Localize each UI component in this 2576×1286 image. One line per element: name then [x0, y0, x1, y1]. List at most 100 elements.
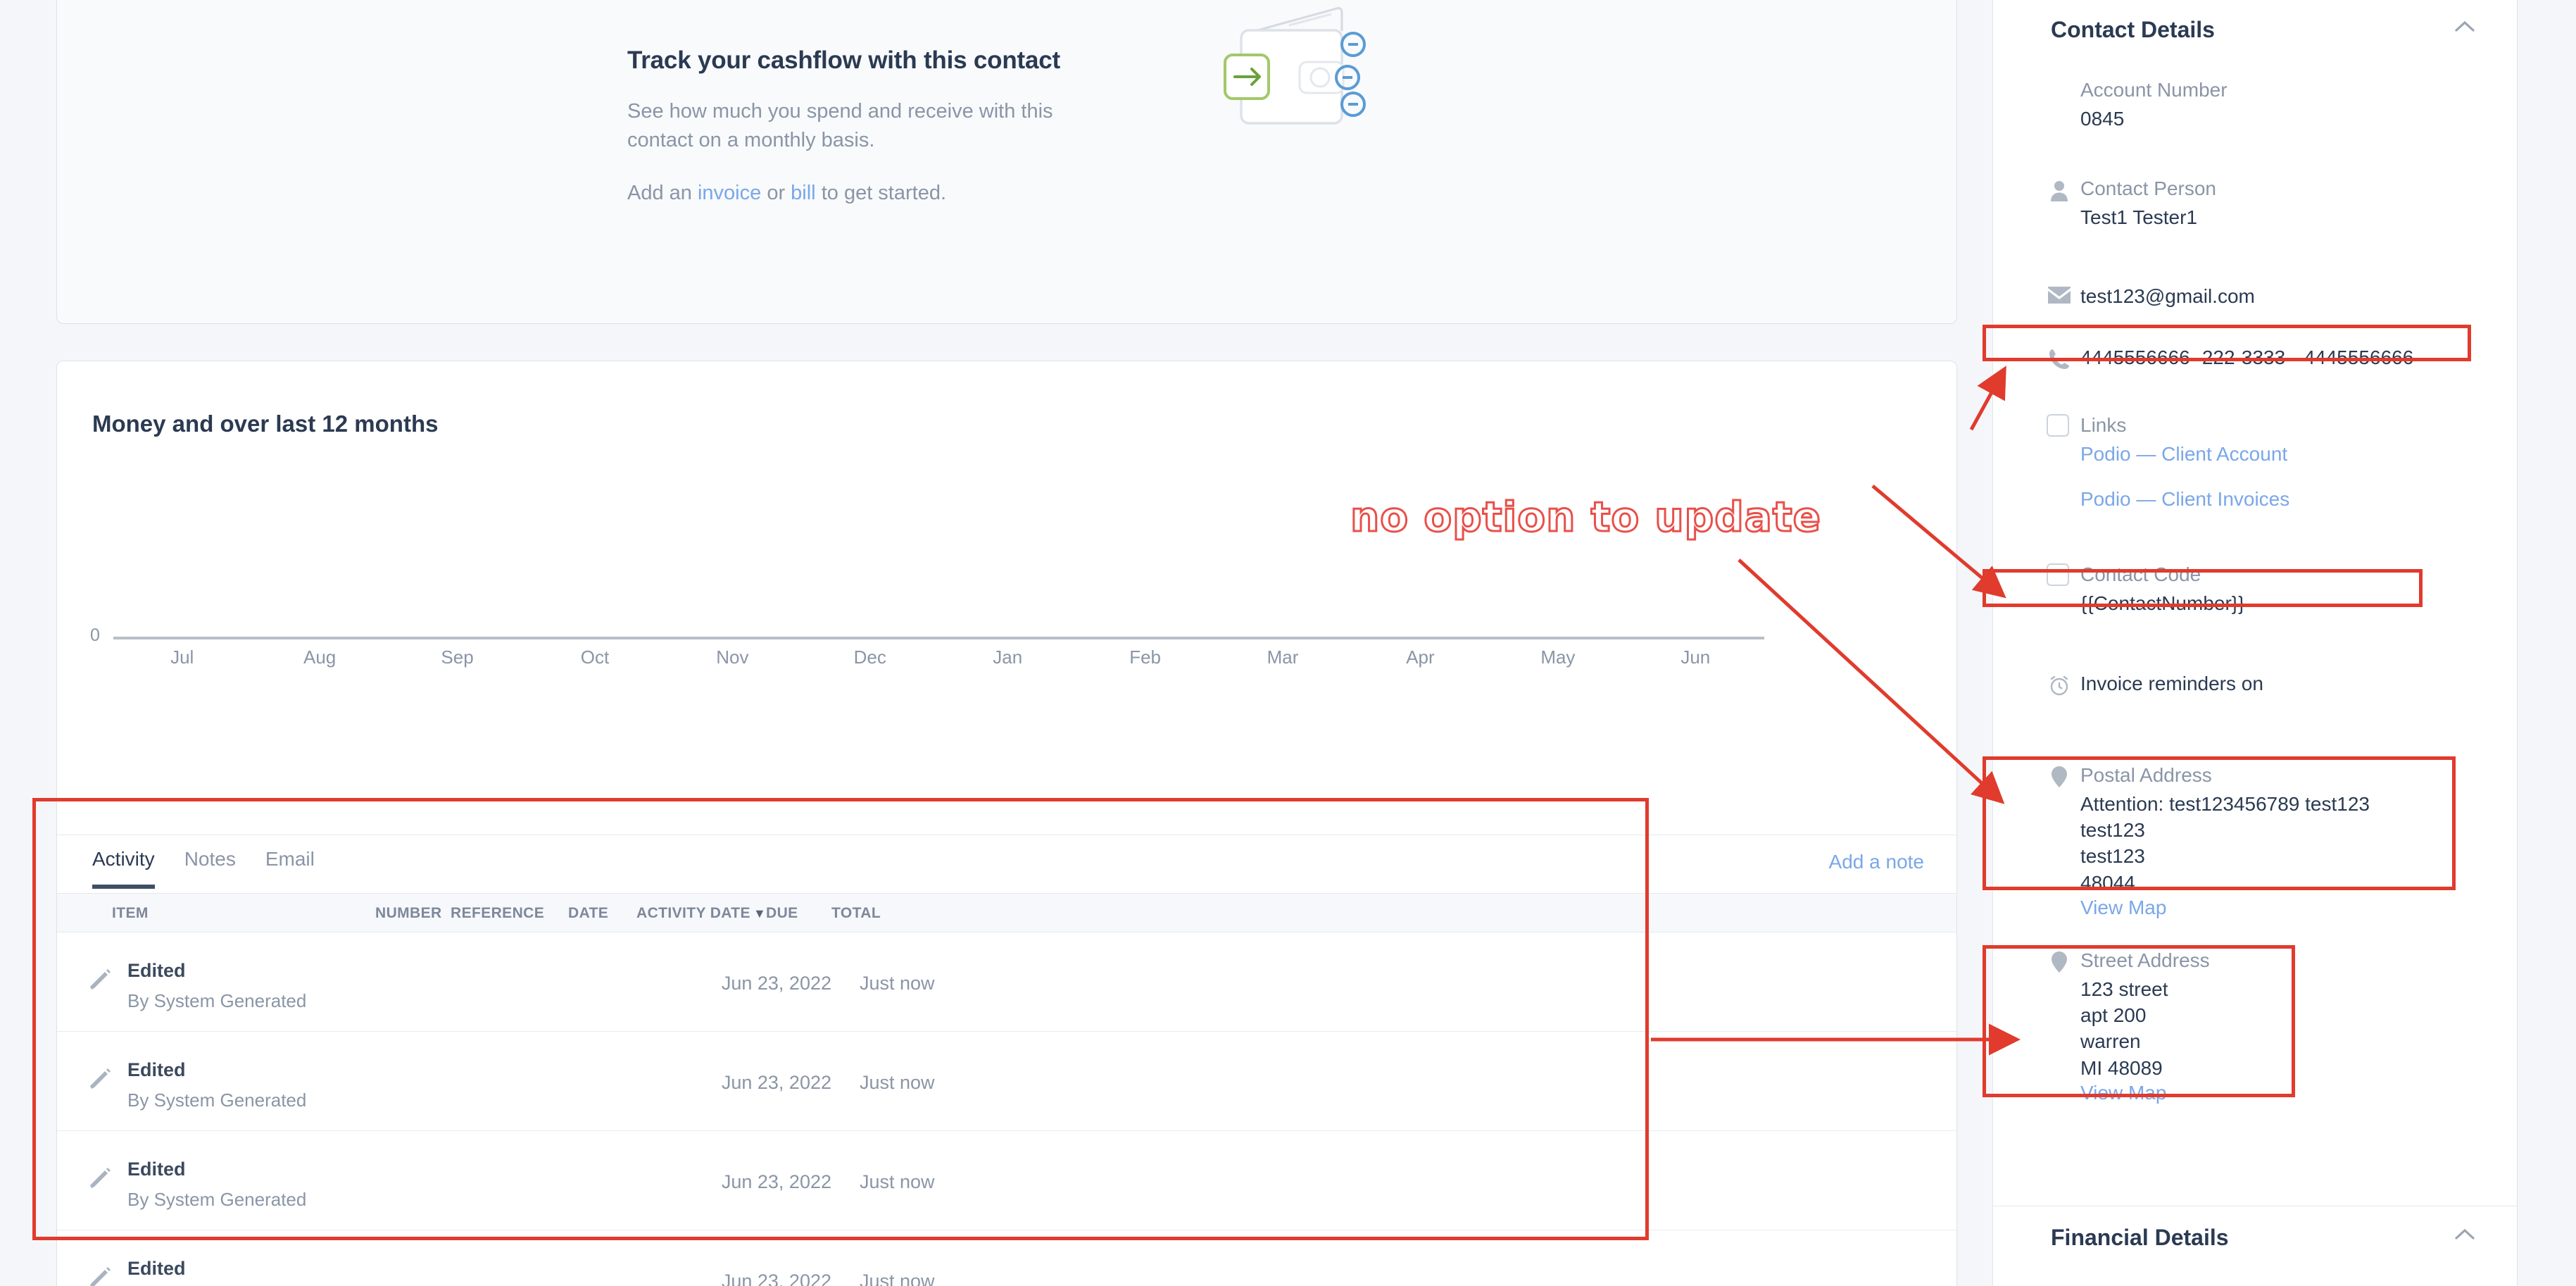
cashflow-promo-card: Track your cashflow with this contact Se…	[56, 0, 1957, 324]
cta-middle-text: or	[761, 182, 791, 205]
chart-x-tick-feb: Feb	[1129, 647, 1162, 668]
sidebar-outer-gutter	[2518, 0, 2576, 1286]
invoice-link[interactable]: invoice	[698, 182, 761, 204]
phone-value: 4445556666- 222-3333- -4445556666	[2080, 347, 2414, 368]
chart-x-tick-jun: Jun	[1680, 647, 1711, 668]
activity-tabs: Activity Notes Email	[92, 848, 315, 889]
pencil-icon	[88, 1166, 112, 1190]
chart-x-tick-sep: Sep	[441, 647, 474, 668]
street-view-map-link[interactable]: View Map	[2080, 1080, 2166, 1106]
row-activity-date: Just now	[860, 1171, 935, 1192]
row-date: Jun 23, 2022	[721, 973, 831, 994]
row-activity-date: Just now	[860, 973, 935, 994]
alarm-clock-icon	[2048, 674, 2071, 697]
contact-person-value: Test1 Tester1	[2080, 206, 2198, 228]
row-item-title: Edited	[127, 960, 186, 981]
table-row[interactable]: Edited By System Generated Jun 23, 2022 Jus…	[57, 932, 1956, 1032]
chevron-up-icon[interactable]	[2454, 20, 2475, 32]
invoice-reminders-value: Invoice reminders on	[2080, 673, 2263, 694]
contact-details-header[interactable]: Contact Details	[1993, 0, 2518, 70]
row-item-title: Edited	[127, 1059, 186, 1080]
tab-notes[interactable]: Notes	[184, 848, 236, 889]
chart-x-tick-oct: Oct	[580, 647, 610, 668]
row-item-title: Edited	[127, 1159, 186, 1180]
wallet-illustration-icon	[1222, 0, 1412, 152]
chart-x-tick-jul: Jul	[170, 647, 194, 668]
cashflow-promo-subtitle: See how much you spend and receive with …	[627, 100, 1053, 152]
podio-client-invoices-link[interactable]: Podio — Client Invoices	[2080, 486, 2289, 512]
table-row[interactable]: Edited By System Generated Jun 23, 2022 Jus…	[57, 1032, 1956, 1131]
row-date: Jun 23, 2022	[721, 1271, 831, 1286]
postal-view-map-link[interactable]: View Map	[2080, 894, 2166, 920]
chart-x-axis-line	[113, 637, 1764, 639]
chart-x-tick-may: May	[1540, 647, 1576, 668]
column-header-total[interactable]: TOTAL	[831, 905, 881, 922]
person-icon	[2048, 179, 2071, 201]
chart-x-tick-dec: Dec	[853, 647, 886, 668]
row-item-subtitle: By System Generated	[127, 1189, 307, 1210]
column-header-item[interactable]: ITEM	[112, 905, 149, 922]
postal-address-value: Attention: test123456789 test123 test123…	[2080, 793, 2370, 894]
map-pin-icon	[2048, 766, 2071, 788]
activity-table-body: Edited By System Generated Jun 23, 2022 Jus…	[57, 932, 1956, 1286]
cashflow-promo-cta: Add an invoice or bill to get started.	[627, 182, 1402, 205]
email-link[interactable]: test123@gmail.com	[2080, 285, 2255, 308]
links-checkbox[interactable]	[2047, 414, 2069, 437]
row-item-title: Edited	[127, 1258, 186, 1279]
links-label: Links	[2080, 414, 2127, 436]
cta-prefix-text: Add an	[627, 182, 698, 205]
podio-client-account-link[interactable]: Podio — Client Account	[2080, 441, 2287, 467]
chevron-up-icon[interactable]	[2454, 1228, 2475, 1240]
row-activity-date: Just now	[860, 1072, 935, 1093]
money-chart-activity-card: Money and over last 12 months 0 Jul Aug Se…	[56, 361, 1957, 1286]
activity-tabs-row: Activity Notes Email Add a note	[57, 835, 1956, 894]
contact-details-sidebar: Contact Details Account Number 0845 Cont…	[1992, 0, 2518, 1286]
row-item-subtitle: By System Generated	[127, 1090, 307, 1111]
postal-address-label: Postal Address	[2080, 764, 2212, 786]
column-header-date[interactable]: DATE	[568, 905, 608, 922]
contact-code-label: Contact Code	[2080, 563, 2201, 585]
pencil-icon	[88, 968, 112, 992]
phone-icon	[2048, 348, 2071, 370]
add-note-link[interactable]: Add a note	[1829, 851, 1924, 873]
contact-code-value: {{ContactNumber}}	[2080, 592, 2245, 614]
account-number-label: Account Number	[2080, 79, 2228, 101]
street-address-value: 123 street apt 200 warren MI 48089	[2080, 978, 2168, 1079]
contact-code-checkbox[interactable]	[2047, 563, 2069, 586]
chart-x-tick-labels: Jul Aug Sep Oct Nov Dec Jan Feb Mar Apr May Jun	[113, 647, 1764, 675]
chart-title: Money and over last 12 months	[92, 411, 439, 437]
financial-details-title: Financial Details	[2051, 1225, 2229, 1250]
bill-link[interactable]: bill	[791, 182, 815, 204]
financial-details-header[interactable]: Financial Details	[1993, 1208, 2518, 1285]
column-header-due[interactable]: DUE	[766, 905, 798, 922]
chart-x-tick-nov: Nov	[716, 647, 749, 668]
contact-details-title: Contact Details	[2051, 17, 2215, 42]
row-date: Jun 23, 2022	[721, 1171, 831, 1192]
tab-activity[interactable]: Activity	[92, 848, 155, 889]
tab-email[interactable]: Email	[265, 848, 315, 889]
column-header-number[interactable]: NUMBER	[375, 905, 442, 922]
column-header-activity-date[interactable]: ACTIVITY DATE ▼	[636, 905, 766, 922]
row-date: Jun 23, 2022	[721, 1072, 831, 1093]
main-content-column: Track your cashflow with this contact Se…	[0, 0, 1992, 1286]
sort-caret-down-icon: ▼	[753, 906, 767, 920]
contact-person-label: Contact Person	[2080, 177, 2216, 199]
row-activity-date: Just now	[860, 1271, 935, 1286]
envelope-icon	[2048, 287, 2071, 309]
row-item-subtitle: By System Generated	[127, 990, 307, 1011]
chart-x-tick-mar: Mar	[1267, 647, 1299, 668]
map-pin-icon	[2048, 951, 2071, 973]
chart-x-tick-apr: Apr	[1406, 647, 1435, 668]
activity-table-header: ITEM NUMBER REFERENCE DATE ACTIVITY DATE ▼ DUE…	[57, 893, 1956, 932]
chart-y-zero-label: 0	[90, 625, 100, 645]
pencil-icon	[88, 1067, 112, 1091]
account-number-value: 0845	[2080, 108, 2125, 130]
street-address-label: Street Address	[2080, 949, 2210, 971]
table-row[interactable]: Edited By System Generated Jun 23, 2022 Jus…	[57, 1131, 1956, 1230]
contact-detail-page: Track your cashflow with this contact Se…	[0, 0, 2576, 1286]
pencil-icon	[88, 1266, 112, 1286]
column-header-reference[interactable]: REFERENCE	[451, 905, 544, 922]
table-row[interactable]: EditedBy System GeneratedJun 23, 2022Jus…	[57, 1230, 1956, 1286]
chart-x-tick-aug: Aug	[303, 647, 337, 668]
cta-suffix-text: to get started.	[815, 182, 947, 205]
